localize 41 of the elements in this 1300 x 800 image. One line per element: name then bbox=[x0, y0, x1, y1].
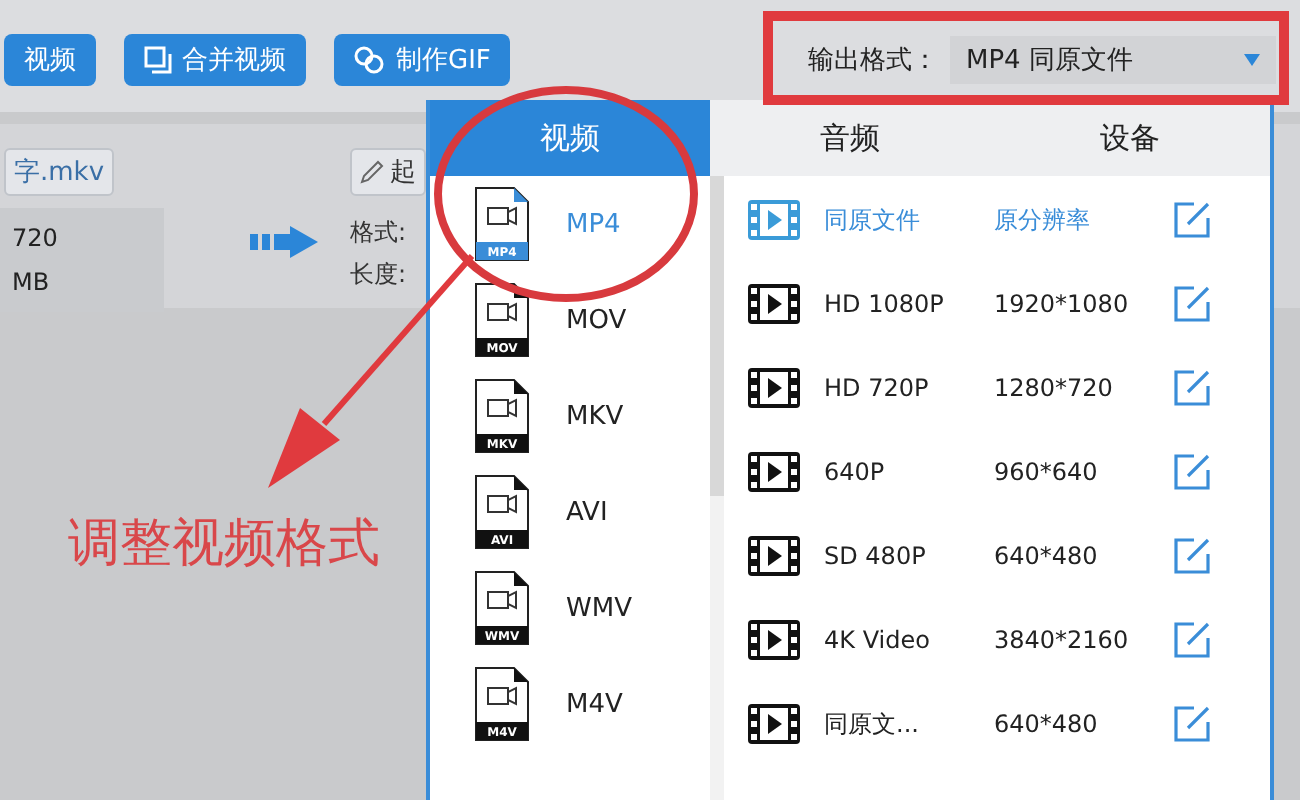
category-tab[interactable]: 视频 bbox=[430, 100, 710, 176]
film-icon bbox=[748, 368, 800, 408]
toolbar-button[interactable]: 合并视频 bbox=[124, 34, 306, 86]
output-format-dropdown[interactable]: MP4 同原文件 bbox=[950, 36, 1276, 84]
edit-icon[interactable] bbox=[1174, 706, 1210, 742]
preset-row[interactable]: SD 480P 640*480 bbox=[748, 514, 1270, 598]
format-label: 格式: bbox=[350, 216, 409, 250]
file-info-panel: 720 MB bbox=[0, 208, 164, 312]
scrollbar[interactable] bbox=[710, 176, 724, 800]
arrow-icon bbox=[249, 226, 321, 258]
edit-icon[interactable] bbox=[1174, 622, 1210, 658]
file-name-tag: 字.mkv bbox=[4, 148, 115, 196]
length-label: 长度: bbox=[350, 258, 409, 292]
edit-button[interactable]: 起 bbox=[350, 148, 426, 196]
toolbar-button[interactable]: 制作GIF bbox=[334, 34, 511, 86]
toolbar-button[interactable]: 视频 bbox=[4, 34, 96, 86]
preset-row[interactable]: 同原文... 640*480 bbox=[748, 682, 1270, 766]
film-icon bbox=[748, 620, 800, 660]
output-format-label: 输出格式： bbox=[806, 44, 940, 78]
preset-row[interactable]: 同原文件 原分辨率 bbox=[748, 178, 1270, 262]
edit-icon[interactable] bbox=[1174, 454, 1210, 490]
pencil-icon bbox=[360, 160, 384, 184]
category-tab[interactable]: 设备 bbox=[990, 100, 1270, 176]
preset-row[interactable]: HD 1080P 1920*1080 bbox=[748, 262, 1270, 346]
preset-row[interactable]: 4K Video 3840*2160 bbox=[748, 598, 1270, 682]
edit-icon[interactable] bbox=[1174, 286, 1210, 322]
caret-icon bbox=[1244, 54, 1260, 66]
category-tab[interactable]: 音频 bbox=[710, 100, 990, 176]
rings-icon bbox=[354, 46, 386, 74]
copy-icon bbox=[144, 46, 172, 74]
preset-row[interactable]: 640P 960*640 bbox=[748, 430, 1270, 514]
edit-icon[interactable] bbox=[1174, 202, 1210, 238]
film-icon bbox=[748, 452, 800, 492]
preset-row[interactable]: HD 720P 1280*720 bbox=[748, 346, 1270, 430]
film-icon bbox=[748, 284, 800, 324]
film-icon bbox=[748, 200, 800, 240]
edit-icon[interactable] bbox=[1174, 370, 1210, 406]
annotation-text: 调整视频格式 bbox=[68, 512, 380, 578]
film-icon bbox=[748, 536, 800, 576]
edit-icon[interactable] bbox=[1174, 538, 1210, 574]
film-icon bbox=[748, 704, 800, 744]
